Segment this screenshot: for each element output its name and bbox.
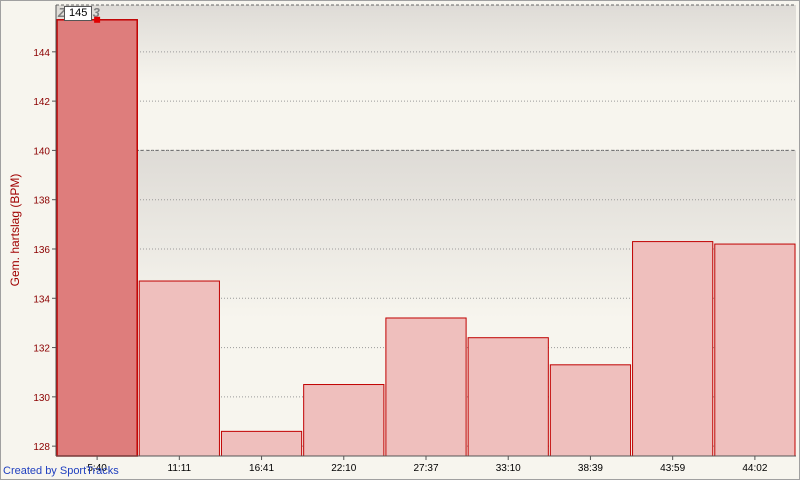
x-tick-label: 11:11 [168, 463, 192, 474]
y-tick-label: 142 [33, 97, 50, 108]
heart-rate-bar-chart: Zone 3Zone 2 128130132134136138140142144… [8, 4, 796, 474]
bar [138, 280, 220, 457]
x-tick-label: 16:41 [249, 463, 274, 474]
bar [467, 337, 549, 457]
bar [632, 241, 714, 457]
x-tick-label: 27:37 [413, 463, 438, 474]
y-tick-label: 132 [33, 344, 50, 355]
x-tick-label: 38:39 [578, 463, 603, 474]
value-tooltip: 145 [64, 6, 93, 21]
x-tick-label: 43:59 [660, 463, 685, 474]
x-tick-label: 44:02 [742, 463, 767, 474]
y-tick-label: 130 [33, 393, 50, 404]
zone-band [56, 5, 796, 151]
y-tick-label: 134 [33, 294, 50, 305]
bar [220, 430, 303, 457]
x-tick-label: 33:10 [496, 463, 521, 474]
y-tick-label: 140 [33, 146, 50, 157]
bar [56, 19, 138, 457]
bar [549, 364, 632, 457]
y-tick-label: 144 [33, 48, 50, 59]
bar-marker [94, 16, 101, 23]
bar [714, 243, 796, 457]
credit-link[interactable]: Created by SportTracks [3, 465, 119, 477]
y-axis-label: Gem. hartslag (BPM) [8, 174, 22, 287]
x-tick-label: 22:10 [331, 463, 356, 474]
bar [385, 317, 467, 457]
y-tick-label: 138 [33, 196, 50, 207]
y-tick-label: 136 [33, 245, 50, 256]
y-tick-label: 128 [33, 442, 50, 453]
bar [303, 384, 385, 457]
